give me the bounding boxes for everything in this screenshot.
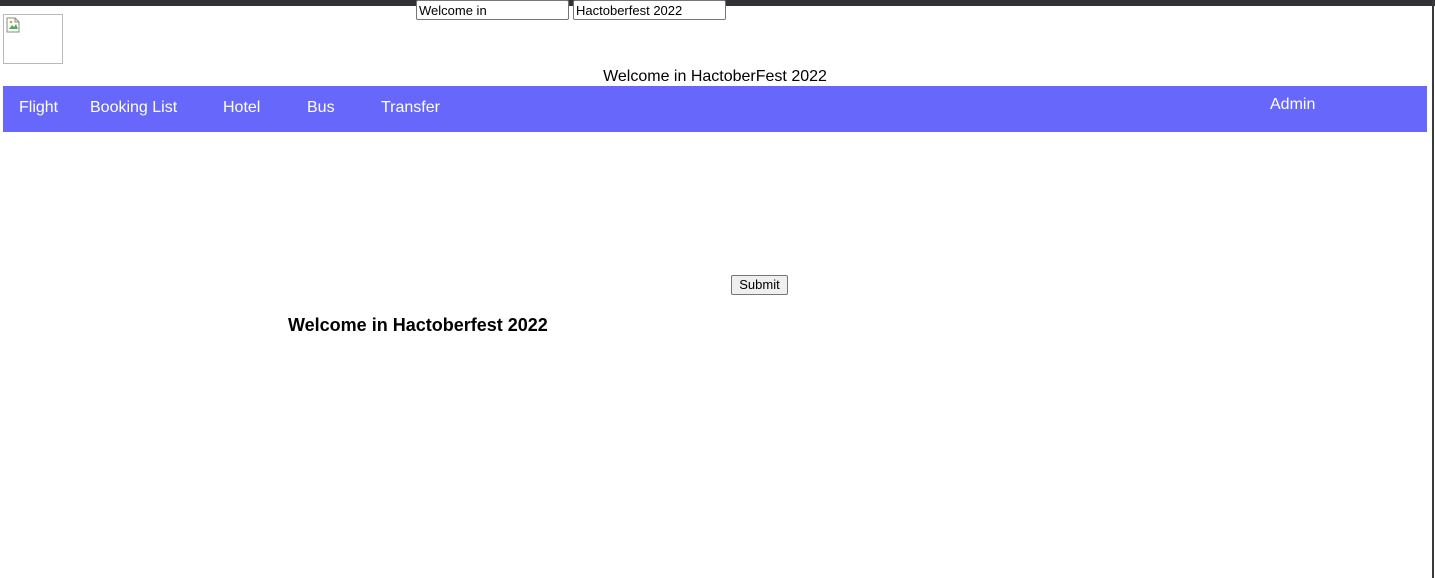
welcome-heading: Welcome in HactoberFest 2022 — [603, 68, 827, 85]
broken-image-icon — [6, 17, 20, 33]
nav-item-transfer[interactable]: Transfer — [381, 86, 440, 132]
right-edge-line — [1432, 0, 1434, 578]
nav-item-flight[interactable]: Flight — [19, 86, 58, 132]
first-text-input[interactable] — [416, 0, 569, 20]
second-text-input[interactable] — [573, 0, 726, 20]
navbar: Flight Booking List Hotel Bus Transfer A… — [3, 86, 1427, 132]
submit-button[interactable]: Submit — [731, 275, 788, 295]
nav-item-booking-list[interactable]: Booking List — [90, 86, 177, 132]
nav-item-admin[interactable]: Admin — [1270, 83, 1315, 129]
logo-image — [3, 14, 63, 64]
nav-item-bus[interactable]: Bus — [307, 86, 335, 132]
section-heading: Welcome in Hactoberfest 2022 — [288, 315, 548, 335]
nav-item-hotel[interactable]: Hotel — [223, 86, 260, 132]
